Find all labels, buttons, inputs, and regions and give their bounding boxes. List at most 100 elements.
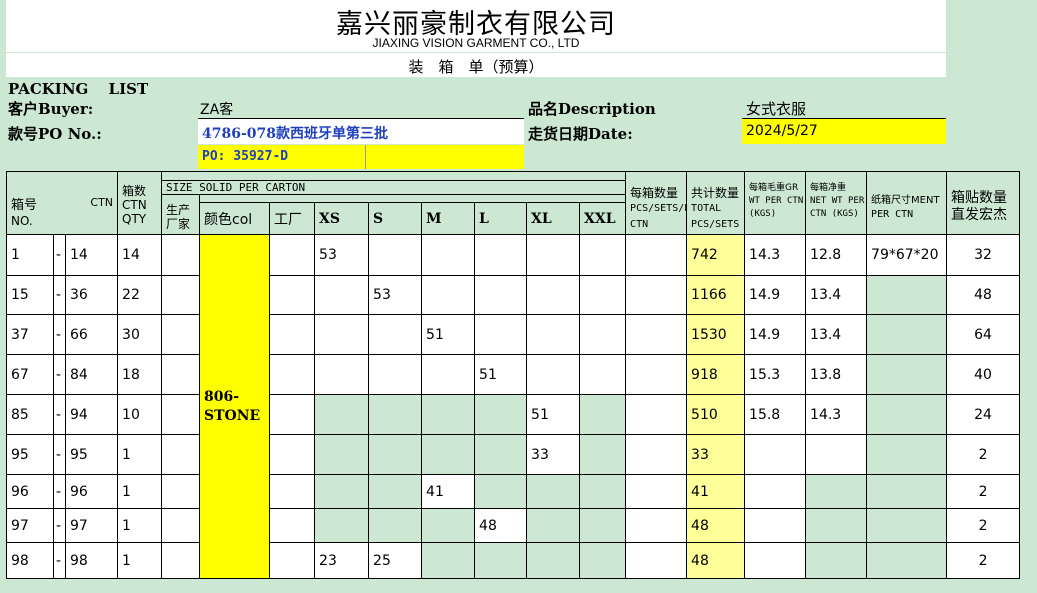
label-count-cell: 2 <box>946 434 1021 475</box>
size-cell <box>579 508 627 543</box>
size-cell <box>526 354 581 395</box>
description-value: 女式衣服 <box>746 100 807 118</box>
net-weight-cell: 13.4 <box>805 275 868 315</box>
total-cell: 1166 <box>686 275 746 315</box>
carton-dim-cell <box>866 542 948 579</box>
total-cell: 41 <box>686 474 746 509</box>
per-box-cell <box>625 314 688 355</box>
label-count-header: 箱贴数量 <box>951 190 1008 206</box>
size-cell: 51 <box>421 314 476 355</box>
producer-cell <box>161 434 201 475</box>
gross-weight-cell <box>744 434 807 475</box>
factory-cell <box>269 434 316 475</box>
total-en-header: TOTAL PCS/SETS <box>691 203 740 230</box>
size-cell <box>368 394 423 435</box>
size-cell: 51 <box>526 394 581 435</box>
net-en-header: NET WT PER CTN (KGS) <box>810 196 865 219</box>
size-cell <box>579 314 627 355</box>
box-no-en-header: NO. <box>11 214 33 228</box>
size-cell <box>421 275 476 315</box>
producer-cell <box>161 354 201 395</box>
gross-en-header: WT PER CTN (KGS) <box>749 196 804 219</box>
table-body: 1-14 14 806-STONE 53 742 14.3 12.8 79*67*20 32 15… <box>6 234 1021 579</box>
net-weight-cell: 14.3 <box>805 394 868 435</box>
table-row: 85-94 10 51 510 15.8 14.3 24 <box>6 394 1021 435</box>
net-weight-cell <box>805 474 868 509</box>
box-count-ctn-header: CTN <box>122 198 147 212</box>
gross-weight-cell: 14.9 <box>744 314 807 355</box>
size-cell <box>579 234 627 276</box>
box-to-cell: 97 <box>64 508 119 543</box>
size-cell <box>421 508 476 543</box>
producer-cell <box>161 314 201 355</box>
label-count-cell: 24 <box>946 394 1021 435</box>
size-cell <box>421 394 476 435</box>
size-cell <box>579 474 627 509</box>
table-row: 15-36 22 53 1166 14.9 13.4 48 <box>6 275 1021 315</box>
carton-dim-cell <box>866 314 948 355</box>
carton-dim-cell <box>866 508 948 543</box>
size-cell: 33 <box>526 434 581 475</box>
factory-cell <box>269 394 316 435</box>
range-dash: - <box>53 234 66 276</box>
box-to-cell: 14 <box>64 234 119 276</box>
range-dash: - <box>53 394 66 435</box>
gross-weight-cell: 14.3 <box>744 234 807 276</box>
factory-cell <box>269 474 316 509</box>
factory-cell <box>269 234 316 276</box>
carton-size-header: 纸箱尺寸MENT <box>871 195 940 206</box>
total-cell: 48 <box>686 508 746 543</box>
size-cell <box>474 542 528 579</box>
per-box-cell <box>625 474 688 509</box>
size-cell <box>526 234 581 276</box>
label-count-cell: 64 <box>946 314 1021 355</box>
carton-dim-cell <box>866 474 948 509</box>
producer-cell <box>161 275 201 315</box>
range-dash: - <box>53 474 66 509</box>
size-cell <box>474 394 528 435</box>
size-cell <box>474 314 528 355</box>
box-from-cell: 96 <box>6 474 54 509</box>
per-box-cell <box>625 508 688 543</box>
box-qty-cell: 1 <box>117 474 163 509</box>
box-from-cell: 85 <box>6 394 54 435</box>
producer-cell <box>161 474 201 509</box>
size-cell <box>421 542 476 579</box>
box-from-cell: 1 <box>6 234 54 276</box>
total-cell: 510 <box>686 394 746 435</box>
date-value: 2024/5/27 <box>746 123 818 139</box>
size-cell <box>314 508 370 543</box>
carton-dim-cell <box>866 275 948 315</box>
net-header: 每箱净重 <box>810 183 847 193</box>
size-cell <box>579 275 627 315</box>
net-weight-cell: 13.8 <box>805 354 868 395</box>
size-cell <box>474 474 528 509</box>
box-qty-cell: 30 <box>117 314 163 355</box>
carton-dim-cell <box>866 434 948 475</box>
gross-weight-cell: 15.8 <box>744 394 807 435</box>
size-cell: 53 <box>314 234 370 276</box>
size-cell <box>368 474 423 509</box>
doc-title: 装 箱 单（预算） <box>408 58 544 76</box>
producer-header: 生产厂家 <box>166 203 191 231</box>
size-cell <box>314 474 370 509</box>
gross-weight-cell: 14.9 <box>744 275 807 315</box>
box-from-cell: 97 <box>6 508 54 543</box>
box-qty-cell: 10 <box>117 394 163 435</box>
size-solid-header: SIZE SOLID PER CARTON <box>166 181 306 194</box>
size-cell: 51 <box>474 354 528 395</box>
size-l-header: L <box>479 210 489 227</box>
net-weight-cell: 12.8 <box>805 234 868 276</box>
size-cell <box>314 314 370 355</box>
table-row: 96-96 1 41 41 2 <box>6 474 1021 509</box>
range-dash: - <box>53 275 66 315</box>
packing-table: 箱号 NO. CTN 箱数 CTN QTY 每箱数量 PCS/SETS/PER … <box>5 171 1021 579</box>
size-cell: 25 <box>368 542 423 579</box>
total-cell: 48 <box>686 542 746 579</box>
factory-cell <box>269 354 316 395</box>
size-cell <box>368 234 423 276</box>
size-cell <box>579 434 627 475</box>
buyer-value: ZA客 <box>200 102 234 118</box>
factory-cell <box>269 314 316 355</box>
size-cell <box>579 394 627 435</box>
